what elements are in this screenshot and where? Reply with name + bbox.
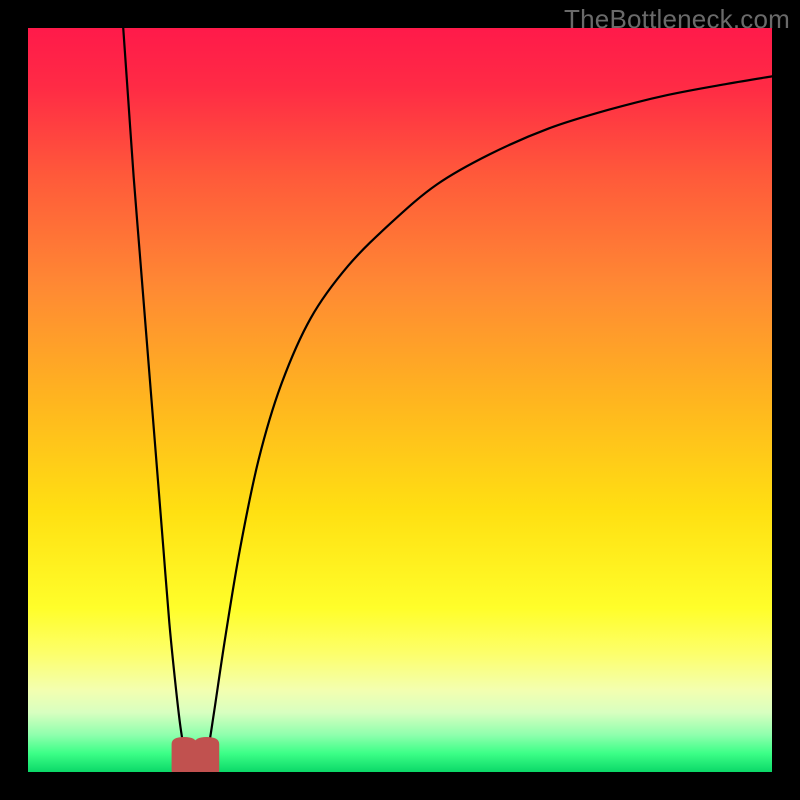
cusp-u-icon (172, 737, 220, 772)
cusp-marker (172, 737, 220, 772)
gradient-background (28, 28, 772, 772)
chart-frame: TheBottleneck.com (0, 0, 800, 800)
plot-area (28, 28, 772, 772)
chart-svg (28, 28, 772, 772)
watermark-text: TheBottleneck.com (564, 4, 790, 35)
